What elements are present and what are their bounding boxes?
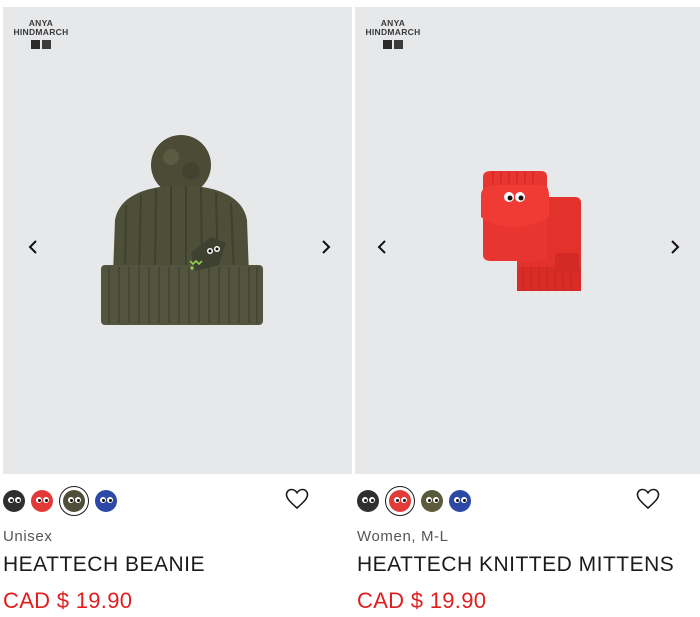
product-image-carousel[interactable]: ANYA HINDMARCH bbox=[3, 7, 352, 474]
product-category: Women, M-L bbox=[357, 528, 449, 545]
favorite-button[interactable] bbox=[636, 488, 660, 510]
color-swatch[interactable] bbox=[95, 490, 117, 512]
carousel-prev-button[interactable] bbox=[371, 231, 393, 263]
chevron-left-icon bbox=[377, 240, 386, 254]
brand-logo: ANYA HINDMARCH bbox=[13, 19, 69, 49]
product-price: CAD $ 19.90 bbox=[357, 588, 487, 613]
carousel-next-button[interactable] bbox=[664, 231, 686, 263]
color-swatch[interactable] bbox=[421, 490, 443, 512]
color-swatch-selected[interactable] bbox=[385, 486, 415, 516]
product-card[interactable]: ANYA HINDMARCH bbox=[0, 0, 352, 617]
product-card[interactable]: ANYA HINDMARCH bbox=[354, 0, 700, 617]
product-image-carousel[interactable]: ANYA HINDMARCH bbox=[355, 7, 700, 474]
color-swatches bbox=[3, 486, 117, 516]
color-swatch[interactable] bbox=[31, 490, 53, 512]
brand-logo: ANYA HINDMARCH bbox=[365, 19, 421, 49]
color-swatches bbox=[357, 486, 471, 516]
product-category: Unisex bbox=[3, 528, 53, 545]
beanie-image bbox=[101, 135, 263, 325]
color-swatch[interactable] bbox=[449, 490, 471, 512]
favorite-button[interactable] bbox=[285, 488, 309, 510]
heart-outline-icon bbox=[285, 488, 309, 510]
carousel-prev-button[interactable] bbox=[22, 231, 44, 263]
product-name[interactable]: HEATTECH KNITTED MITTENS bbox=[357, 553, 674, 577]
heart-outline-icon bbox=[636, 488, 660, 510]
product-price: CAD $ 19.90 bbox=[3, 588, 133, 613]
product-name[interactable]: HEATTECH BEANIE bbox=[3, 553, 205, 577]
color-swatch-selected[interactable] bbox=[59, 486, 89, 516]
mittens-image bbox=[481, 171, 581, 291]
chevron-right-icon bbox=[322, 240, 331, 254]
carousel-next-button[interactable] bbox=[315, 231, 337, 263]
chevron-left-icon bbox=[28, 240, 37, 254]
color-swatch[interactable] bbox=[357, 490, 379, 512]
chevron-right-icon bbox=[671, 240, 680, 254]
color-swatch[interactable] bbox=[3, 490, 25, 512]
